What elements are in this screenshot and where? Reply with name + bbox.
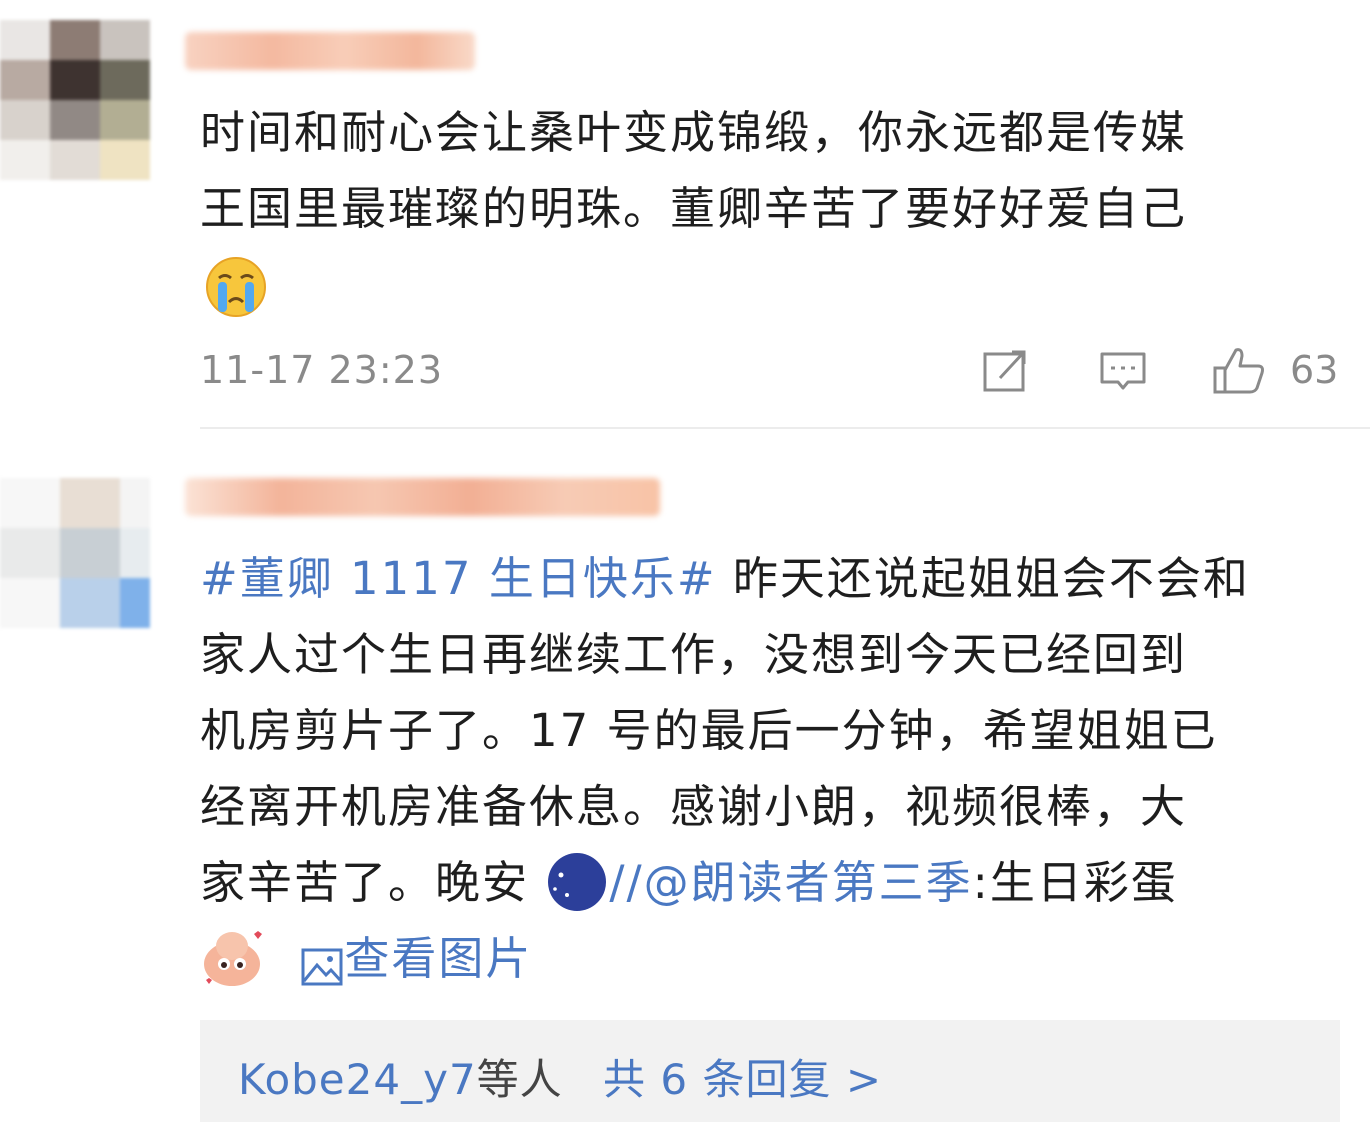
- reply-user-link[interactable]: Kobe24_y7: [238, 1055, 477, 1104]
- like-count: 63: [1290, 348, 1339, 392]
- crying-face-icon: [205, 256, 267, 318]
- share-icon[interactable]: [980, 346, 1030, 396]
- comment-icon[interactable]: [1098, 346, 1148, 396]
- repost-separator: //: [609, 856, 644, 909]
- like-icon[interactable]: [1212, 346, 1268, 396]
- divider: [200, 427, 1370, 429]
- comment-line: 查看图片: [200, 921, 1250, 997]
- reply-summary[interactable]: Kobe24_y7等人 共 6 条回复 >: [200, 1020, 1340, 1122]
- comment-text: #董卿 1117 生日快乐# 昨天还说起姐姐会不会和 家人过个生日再继续工作，没…: [200, 541, 1250, 997]
- view-image-link[interactable]: 查看图片: [344, 932, 532, 985]
- username-redacted[interactable]: [185, 478, 660, 516]
- comment-line: 王国里最璀璨的明珠。董卿辛苦了要好好爱自己: [200, 182, 1188, 235]
- comment-line: 机房剪片子了。17 号的最后一分钟，希望姐姐已: [200, 704, 1218, 757]
- comment-line: 时间和耐心会让桑叶变成锦缎，你永远都是传媒: [200, 106, 1188, 159]
- mention-link[interactable]: @朗读者第三季: [644, 856, 973, 909]
- comment-text: 时间和耐心会让桑叶变成锦缎，你永远都是传媒 王国里最璀璨的明珠。董卿辛苦了要好好…: [200, 95, 1187, 247]
- view-replies-link[interactable]: 共 6 条回复 >: [603, 1055, 882, 1104]
- comment-line: 家辛苦了。晚安 //@朗读者第三季:生日彩蛋: [200, 845, 1250, 921]
- hashtag-link[interactable]: #董卿 1117 生日快乐#: [200, 552, 717, 605]
- cute-character-icon: [200, 926, 266, 990]
- comment-line: #董卿 1117 生日快乐# 昨天还说起姐姐会不会和: [200, 552, 1250, 605]
- username-redacted[interactable]: [185, 32, 475, 70]
- avatar[interactable]: [0, 20, 150, 180]
- comment-line: 经离开机房准备休息。感谢小朗，视频很棒，大: [200, 780, 1188, 833]
- avatar[interactable]: [0, 478, 150, 628]
- image-icon[interactable]: [300, 936, 344, 986]
- moon-sleep-icon: [545, 851, 609, 913]
- comment-timestamp: 11-17 23:23: [200, 348, 444, 392]
- comment-line: 家人过个生日再继续工作，没想到今天已经回到: [200, 628, 1188, 681]
